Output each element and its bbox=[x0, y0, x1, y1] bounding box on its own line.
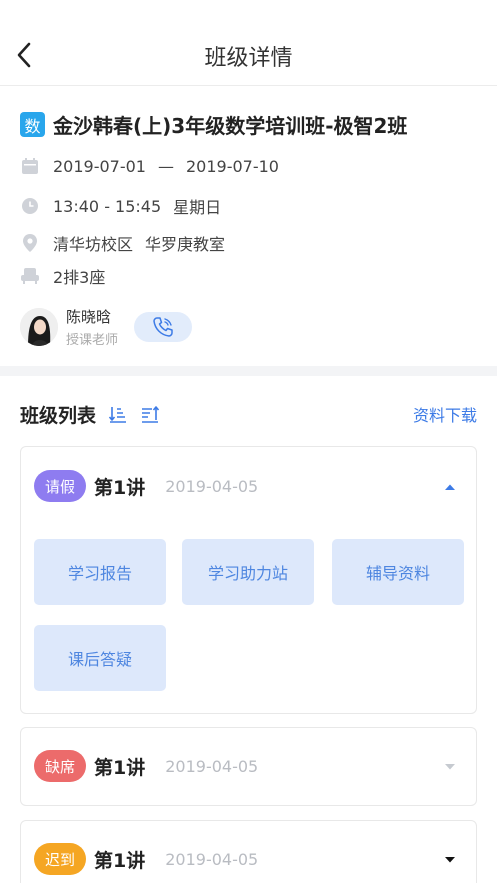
lesson-date: 2019-04-05 bbox=[165, 849, 259, 869]
class-list-header: 班级列表 资料下载 bbox=[20, 398, 477, 430]
class-name: 金沙韩春(上)3年级数学培训班-极智2班 bbox=[53, 114, 408, 138]
seat: 2排3座 bbox=[53, 268, 106, 287]
call-teacher-button[interactable] bbox=[134, 312, 193, 342]
lesson-card: 请假 第1讲 2019-04-05 学习报告 学习助力站 辅导资料 课后答疑 bbox=[20, 446, 477, 714]
location-pin-icon bbox=[20, 233, 40, 253]
seat-row: 2排3座 bbox=[20, 264, 105, 288]
study-help-station-button[interactable]: 学习助力站 bbox=[182, 539, 314, 605]
teacher-name: 陈晓晗 bbox=[66, 308, 112, 326]
section-divider bbox=[0, 366, 497, 376]
lesson-card-header: 迟到 第1讲 2019-04-05 bbox=[34, 843, 258, 875]
lesson-title: 第1讲 bbox=[94, 756, 146, 779]
lesson-card[interactable]: 迟到 第1讲 2019-04-05 bbox=[20, 820, 477, 883]
chevron-up-icon[interactable] bbox=[444, 483, 456, 491]
classroom: 华罗庚教室 bbox=[145, 235, 226, 254]
calendar-icon bbox=[20, 156, 40, 176]
chevron-down-icon[interactable] bbox=[444, 763, 456, 771]
lesson-date: 2019-04-05 bbox=[165, 756, 259, 776]
teacher-avatar bbox=[20, 308, 58, 346]
location-row: 清华坊校区 华罗庚教室 bbox=[20, 231, 225, 255]
lesson-card-header: 缺席 第1讲 2019-04-05 bbox=[34, 750, 258, 782]
seat-icon bbox=[20, 266, 40, 286]
class-title-row: 数 金沙韩春(上)3年级数学培训班-极智2班 bbox=[20, 110, 407, 139]
lesson-card[interactable]: 缺席 第1讲 2019-04-05 bbox=[20, 727, 477, 806]
tutoring-materials-button[interactable]: 辅导资料 bbox=[332, 539, 464, 605]
nav-bar: 班级详情 bbox=[0, 0, 497, 86]
subject-badge: 数 bbox=[20, 112, 45, 137]
status-badge: 迟到 bbox=[34, 843, 87, 875]
campus: 清华坊校区 bbox=[53, 235, 134, 254]
date-separator: — bbox=[157, 156, 174, 176]
lesson-title: 第1讲 bbox=[94, 476, 146, 499]
lesson-card-header[interactable]: 请假 第1讲 2019-04-05 bbox=[34, 470, 258, 502]
phone-icon bbox=[153, 317, 173, 337]
chevron-down-icon[interactable] bbox=[444, 856, 456, 864]
date-row: 2019-07-01 — 2019-07-10 bbox=[20, 156, 279, 176]
date-end: 2019-07-10 bbox=[185, 156, 279, 176]
class-weekday: 星期日 bbox=[173, 198, 222, 217]
class-time: 13:40 - 15:45 bbox=[53, 196, 162, 216]
study-report-button[interactable]: 学习报告 bbox=[34, 539, 166, 605]
teacher-row: 陈晓晗 授课老师 bbox=[20, 306, 193, 348]
class-info-section: 数 金沙韩春(上)3年级数学培训班-极智2班 2019-07-01 — 2019… bbox=[0, 86, 497, 366]
sort-ascending-icon[interactable] bbox=[108, 404, 128, 424]
status-badge: 缺席 bbox=[34, 750, 87, 782]
clock-icon bbox=[20, 196, 40, 216]
teacher-role: 授课老师 bbox=[66, 333, 119, 348]
class-list-title: 班级列表 bbox=[20, 404, 97, 427]
download-materials-link[interactable]: 资料下载 bbox=[413, 402, 477, 426]
after-class-qa-button[interactable]: 课后答疑 bbox=[34, 625, 166, 691]
date-start: 2019-07-01 bbox=[53, 156, 146, 176]
sort-descending-icon[interactable] bbox=[140, 404, 160, 424]
page-title: 班级详情 bbox=[204, 46, 293, 71]
lesson-title: 第1讲 bbox=[94, 849, 146, 872]
time-row: 13:40 - 15:45 星期日 bbox=[20, 194, 221, 218]
status-badge: 请假 bbox=[34, 470, 87, 502]
lesson-date: 2019-04-05 bbox=[165, 476, 259, 496]
